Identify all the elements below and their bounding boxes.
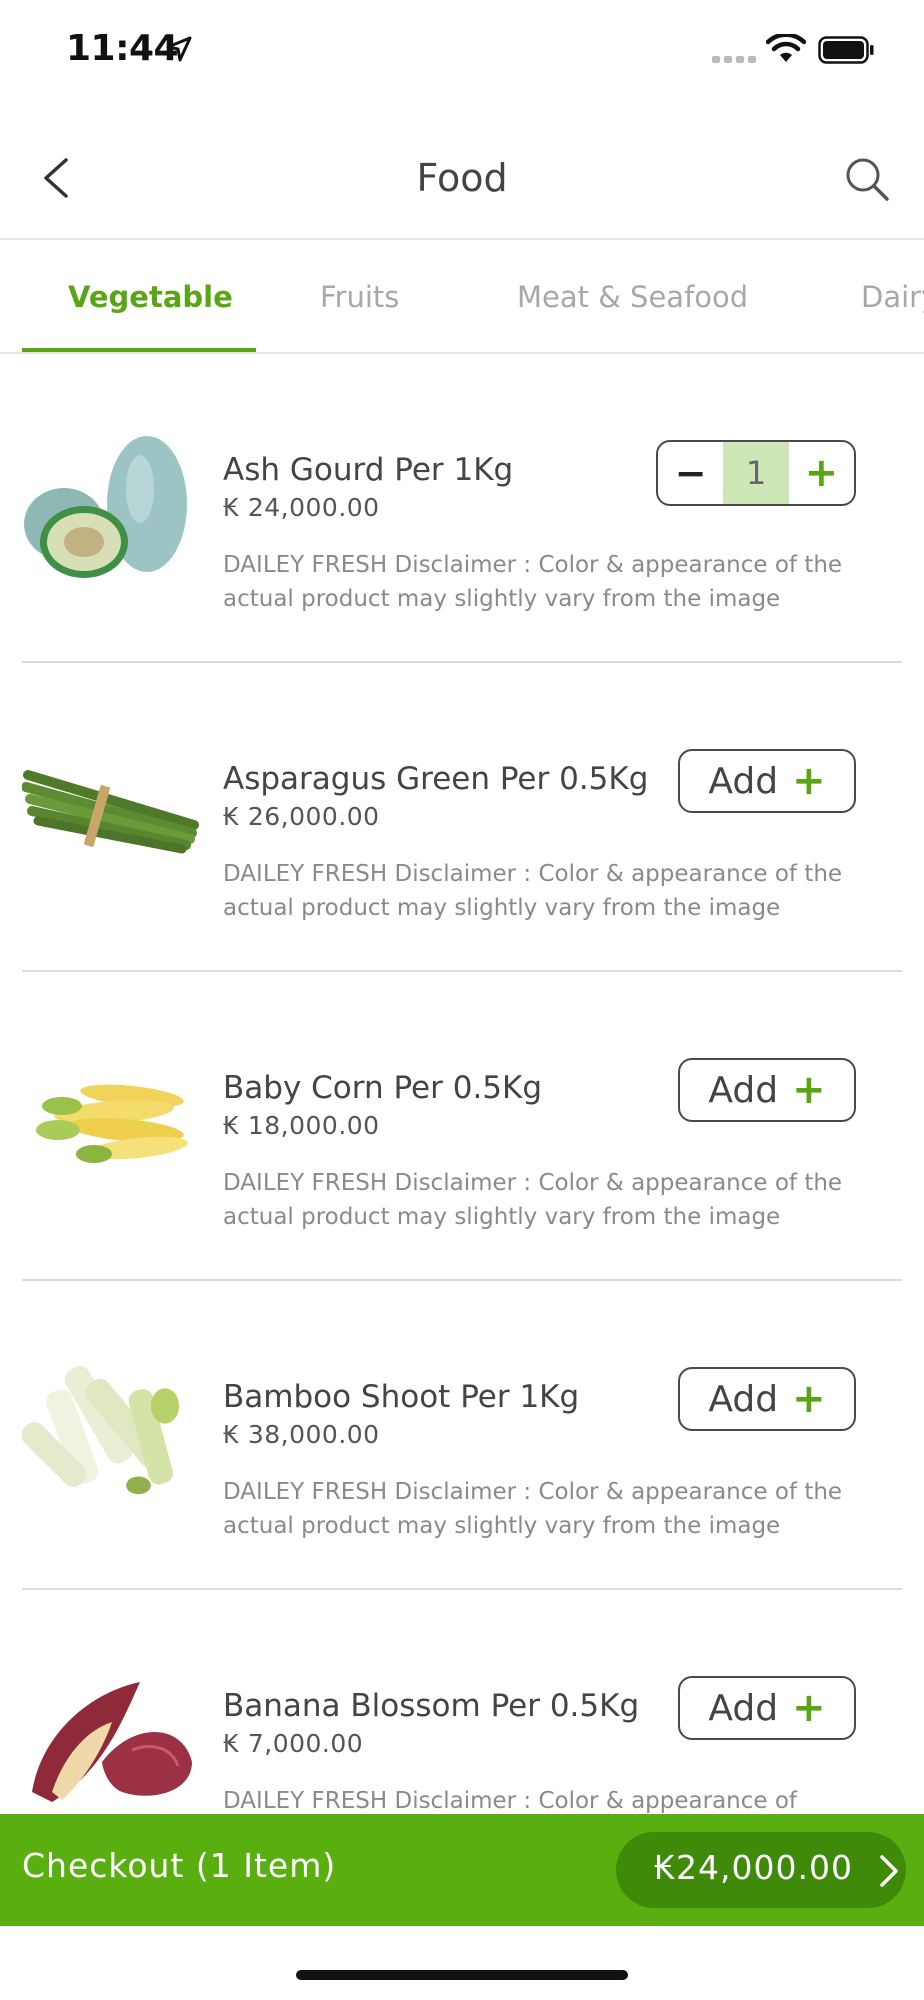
plus-icon: + <box>792 1376 826 1422</box>
product-name: Baby Corn Per 0.5Kg <box>223 1070 543 1106</box>
tab-meat-seafood[interactable]: Meat & Seafood <box>517 280 748 314</box>
add-to-cart-button[interactable]: Add + <box>678 749 856 813</box>
tab-dairy[interactable]: Dairy <box>861 280 924 314</box>
product-disclaimer: DAILEY FRESH Disclaimer : Color & appear… <box>223 552 843 612</box>
product-item: Bamboo Shoot Per 1Kg ₭ 38,000.00 DAILEY … <box>0 1281 924 1590</box>
product-image-banana-blossom <box>32 1682 192 1802</box>
product-name: Bamboo Shoot Per 1Kg <box>223 1379 580 1415</box>
add-button-label: Add <box>708 1687 779 1729</box>
battery-icon <box>818 36 874 64</box>
plus-icon: + <box>792 1685 826 1731</box>
home-indicator <box>296 1970 628 1980</box>
active-tab-indicator <box>22 348 256 352</box>
tab-vegetable[interactable]: Vegetable <box>68 280 233 314</box>
status-time: 11:44 <box>66 28 179 69</box>
product-item: Asparagus Green Per 0.5Kg ₭ 26,000.00 DA… <box>0 663 924 972</box>
tab-fruits[interactable]: Fruits <box>320 280 399 314</box>
checkout-bar[interactable]: Checkout (1 Item) ₭24,000.00 <box>0 1814 924 1926</box>
page-title: Food <box>416 156 508 200</box>
product-price: ₭ 7,000.00 <box>223 1729 364 1758</box>
decrement-button[interactable]: − <box>658 442 723 504</box>
add-button-label: Add <box>708 760 779 802</box>
quantity-stepper: − 1 + <box>656 440 856 506</box>
add-to-cart-button[interactable]: Add + <box>678 1676 856 1740</box>
add-to-cart-button[interactable]: Add + <box>678 1367 856 1431</box>
product-price: ₭ 26,000.00 <box>223 802 380 831</box>
checkout-total-amount: ₭24,000.00 <box>654 1848 853 1887</box>
product-disclaimer: DAILEY FRESH Disclaimer : Color & appear… <box>223 861 843 921</box>
chevron-right-icon <box>880 1855 898 1887</box>
product-name: Ash Gourd Per 1Kg <box>223 452 514 488</box>
plus-icon: + <box>792 1067 826 1113</box>
product-disclaimer: DAILEY FRESH Disclaimer : Color & appear… <box>223 1479 843 1539</box>
category-tabs: Vegetable Fruits Meat & Seafood Dairy <box>0 240 924 354</box>
product-disclaimer: DAILEY FRESH Disclaimer : Color & appear… <box>223 1170 843 1230</box>
product-price: ₭ 18,000.00 <box>223 1111 380 1140</box>
checkout-total-button[interactable]: ₭24,000.00 <box>616 1832 906 1908</box>
quantity-value: 1 <box>723 442 789 504</box>
product-image-asparagus <box>22 770 199 854</box>
add-button-label: Add <box>708 1069 779 1111</box>
product-item: Ash Gourd Per 1Kg ₭ 24,000.00 DAILEY FRE… <box>0 354 924 663</box>
product-image-ash-gourd <box>24 436 187 578</box>
cellular-signal-icon <box>712 56 756 63</box>
wifi-icon <box>766 34 806 62</box>
product-image-baby-corn <box>36 1084 188 1163</box>
nav-bar: Food <box>0 100 924 240</box>
increment-button[interactable]: + <box>789 442 854 504</box>
product-name: Banana Blossom Per 0.5Kg <box>223 1688 640 1724</box>
search-icon[interactable] <box>844 156 890 202</box>
location-arrow-icon <box>166 36 192 62</box>
status-bar: 11:44 <box>0 0 924 100</box>
product-item: Baby Corn Per 0.5Kg ₭ 18,000.00 DAILEY F… <box>0 972 924 1281</box>
add-to-cart-button[interactable]: Add + <box>678 1058 856 1122</box>
add-button-label: Add <box>708 1378 779 1420</box>
product-disclaimer: DAILEY FRESH Disclaimer : Color & appear… <box>223 1788 798 1814</box>
product-price: ₭ 38,000.00 <box>223 1420 380 1449</box>
product-name: Asparagus Green Per 0.5Kg <box>223 761 649 797</box>
checkout-label: Checkout (1 Item) <box>22 1846 337 1885</box>
product-image-bamboo-shoot <box>22 1366 180 1495</box>
plus-icon: + <box>792 758 826 804</box>
product-price: ₭ 24,000.00 <box>223 493 380 522</box>
